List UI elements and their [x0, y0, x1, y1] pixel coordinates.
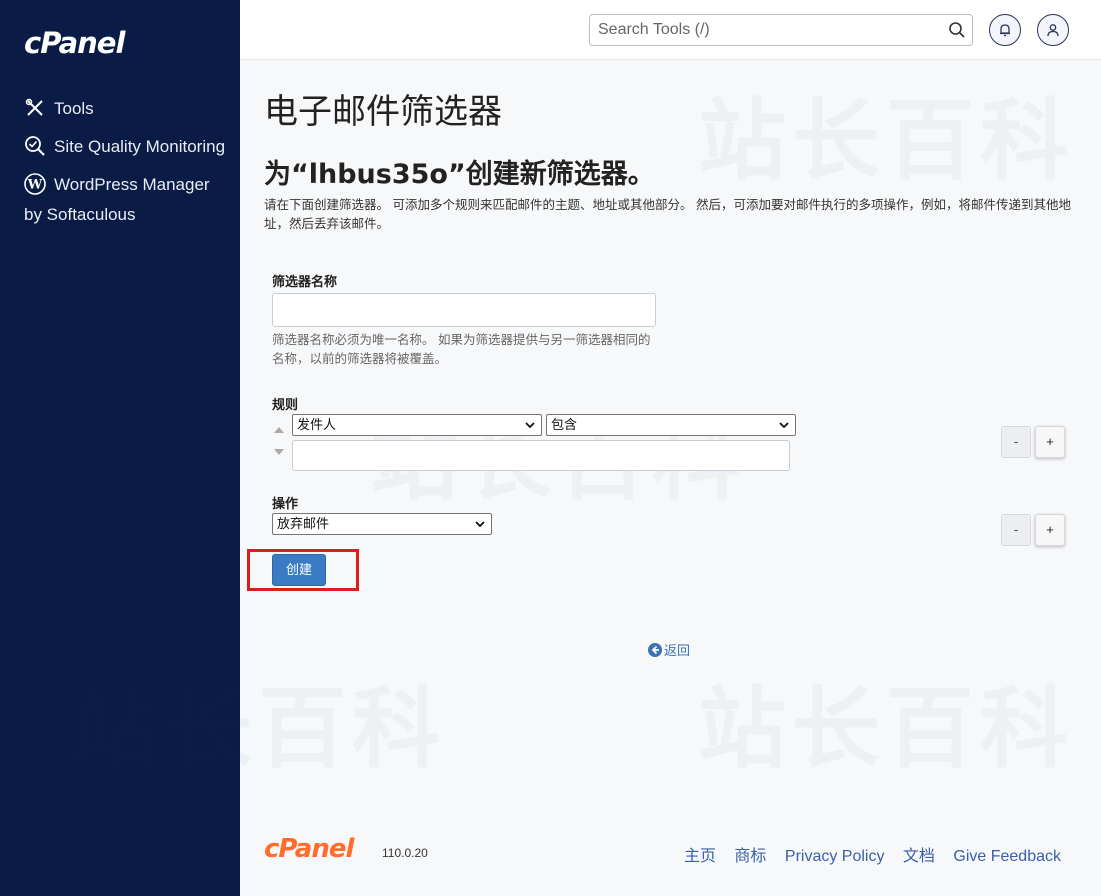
rules-label: 规则 — [272, 397, 299, 412]
page-description: 请在下面创建筛选器。 可添加多个规则来匹配邮件的主题、地址或其他部分。 然后，可… — [264, 198, 1071, 231]
tools-icon — [25, 98, 43, 116]
search-icon[interactable] — [948, 21, 966, 39]
footer-links: 主页 商标 Privacy Policy 文档 Give Feedback — [670, 842, 1061, 866]
action-value: 放弃邮件 — [277, 516, 330, 531]
wordpress-icon: W — [24, 173, 46, 195]
footer-link-feedback[interactable]: Give Feedback — [953, 848, 1061, 865]
svg-text:W: W — [27, 178, 43, 193]
watermark: 站长百科 — [698, 70, 1074, 197]
sidebar-item-label: WordPress Manager by Softaculous — [24, 175, 210, 224]
notifications-button[interactable] — [989, 14, 1021, 46]
filter-name-input[interactable] — [272, 293, 656, 327]
footer-link-home[interactable]: 主页 — [684, 848, 716, 865]
user-menu-button[interactable] — [1037, 14, 1069, 46]
chevron-down-icon — [525, 422, 535, 429]
create-button[interactable]: 创建 — [272, 554, 326, 586]
page-title: 电子邮件筛选器 — [264, 92, 502, 132]
back-link[interactable]: 返回 — [648, 640, 690, 659]
sub-title: 为“lhbus35o”创建新筛选器。 — [264, 159, 655, 190]
rule-operator-select[interactable]: 包含 — [546, 414, 796, 436]
user-icon — [1047, 24, 1059, 37]
sidebar: cPanel Tools Site Quality Monitoring W W… — [0, 0, 240, 896]
top-header — [240, 0, 1101, 60]
move-rule-down-icon[interactable] — [274, 449, 284, 455]
add-action-button[interactable]: + — [1035, 514, 1065, 546]
watermark: 站长百科 — [698, 658, 1074, 785]
chevron-down-icon — [475, 521, 485, 528]
footer-link-privacy[interactable]: Privacy Policy — [785, 848, 885, 865]
cpanel-logo[interactable]: cPanel — [24, 26, 125, 60]
sidebar-item-label: Site Quality Monitoring — [54, 137, 226, 156]
move-rule-up-icon[interactable] — [274, 427, 284, 433]
filter-name-label: 筛选器名称 — [272, 274, 338, 289]
sidebar-item-label: Tools — [54, 99, 94, 118]
site-quality-icon — [25, 136, 45, 156]
remove-action-button[interactable]: - — [1001, 514, 1031, 546]
sidebar-item-tools[interactable]: Tools — [24, 94, 230, 124]
remove-rule-button[interactable]: - — [1001, 426, 1031, 458]
footer-link-trademarks[interactable]: 商标 — [734, 848, 766, 865]
bell-icon — [1000, 24, 1010, 37]
sidebar-item-site-quality[interactable]: Site Quality Monitoring — [24, 132, 230, 162]
chevron-down-icon — [779, 422, 789, 429]
back-arrow-icon — [648, 643, 662, 657]
sidebar-nav: Tools Site Quality Monitoring W WordPres… — [24, 94, 230, 230]
main-content: 站长百科 站长百科 站长百科 站长百科 电子邮件筛选器 为“lhbus35o”创… — [70, 60, 1101, 896]
actions-label: 操作 — [272, 496, 299, 511]
add-rule-button[interactable]: + — [1035, 426, 1065, 458]
back-link-label: 返回 — [664, 643, 691, 658]
footer-cpanel-logo[interactable]: cPanel — [264, 834, 354, 864]
search-input[interactable] — [590, 15, 930, 45]
action-select[interactable]: 放弃邮件 — [272, 513, 492, 535]
sidebar-item-wordpress[interactable]: W WordPress Manager by Softaculous — [24, 170, 230, 230]
version-label: 110.0.20 — [382, 846, 428, 860]
rule-value-input[interactable] — [292, 440, 790, 471]
footer-link-docs[interactable]: 文档 — [903, 848, 935, 865]
filter-name-help: 筛选器名称必须为唯一名称。 如果为筛选器提供与另一筛选器相同的名称，以前的筛选器… — [272, 333, 651, 366]
rule-operator-value: 包含 — [551, 417, 578, 432]
rule-field-select[interactable]: 发件人 — [292, 414, 542, 436]
rule-field-value: 发件人 — [297, 417, 337, 432]
search-box — [589, 14, 973, 46]
